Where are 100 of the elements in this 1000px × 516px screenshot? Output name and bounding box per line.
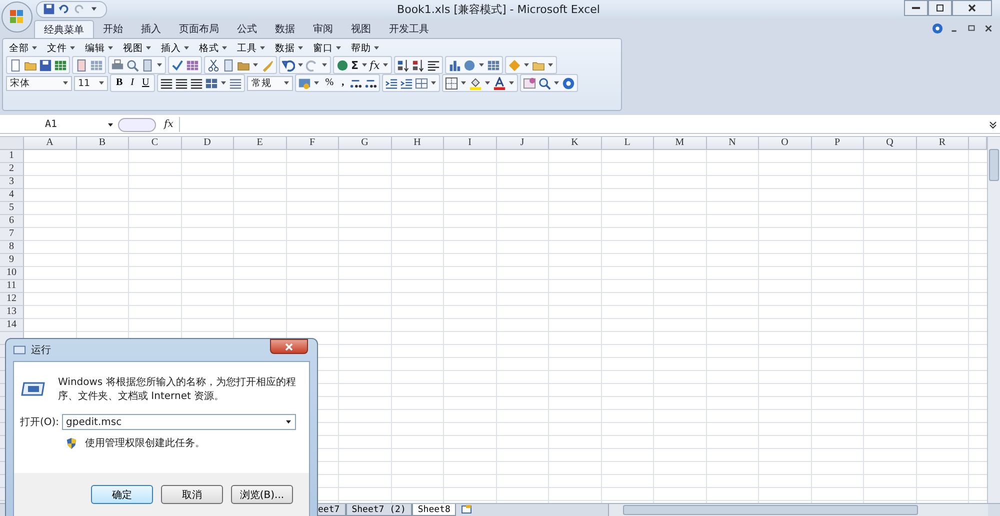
font-style-button[interactable]: B — [113, 76, 126, 90]
column-header[interactable]: H — [392, 137, 444, 150]
menu-item[interactable]: 工具 — [234, 42, 272, 54]
column-header[interactable]: A — [24, 137, 76, 150]
insert-function-button[interactable]: fx — [370, 58, 380, 72]
align-right-icon[interactable] — [190, 76, 204, 90]
new-document-icon[interactable] — [9, 58, 22, 72]
font-size-dropdown[interactable]: 11 — [74, 76, 108, 90]
row-header[interactable]: 11 — [0, 280, 24, 293]
ribbon-tab[interactable]: 数据 — [266, 20, 304, 38]
column-header[interactable]: J — [496, 137, 549, 150]
row-header[interactable]: 13 — [0, 306, 24, 319]
bar-chart-icon[interactable] — [448, 58, 461, 72]
align-left-icon[interactable] — [160, 76, 174, 90]
insert-function-button[interactable]: fx — [164, 119, 174, 130]
close-button[interactable] — [952, 0, 992, 16]
row-header[interactable]: 9 — [0, 254, 24, 267]
styles-icon[interactable] — [523, 76, 536, 90]
dropdown-caret-icon[interactable] — [431, 81, 436, 85]
column-header[interactable]: Q — [864, 137, 916, 150]
attachment-icon[interactable] — [90, 58, 103, 72]
dropdown-caret-icon[interactable] — [478, 63, 484, 67]
number-format-dropdown[interactable]: 常规 — [247, 76, 294, 90]
ribbon-tab[interactable]: 开发工具 — [380, 20, 438, 38]
dropdown-caret-icon[interactable] — [461, 81, 466, 85]
ribbon-tab[interactable]: 审阅 — [304, 20, 342, 38]
column-header[interactable]: P — [812, 137, 864, 150]
column-header[interactable]: F — [286, 137, 339, 150]
sort-descending-icon[interactable] — [412, 58, 425, 72]
menu-item[interactable]: 格式 — [196, 42, 234, 54]
dropdown-caret-icon[interactable] — [554, 81, 560, 85]
copy-icon[interactable] — [222, 58, 235, 72]
scissors-icon[interactable] — [207, 58, 220, 72]
ribbon-tab[interactable]: 经典菜单 — [34, 20, 94, 38]
ribbon-tab[interactable]: 插入 — [132, 20, 170, 38]
dropdown-caret-icon[interactable] — [485, 81, 490, 85]
undo-icon[interactable] — [282, 58, 295, 72]
formula-bar-handle[interactable] — [118, 118, 156, 132]
ribbon-tab[interactable]: 视图 — [342, 20, 380, 38]
zoom-icon[interactable] — [538, 76, 552, 90]
column-header[interactable]: C — [129, 137, 182, 150]
row-header[interactable]: 8 — [0, 241, 24, 254]
row-header[interactable]: 1 — [0, 150, 24, 163]
dropdown-caret-icon[interactable] — [253, 63, 258, 67]
cell-layout-icon[interactable] — [415, 76, 428, 90]
spelling-icon[interactable] — [171, 58, 184, 72]
close-icon[interactable] — [983, 22, 994, 34]
book-icon[interactable] — [186, 58, 199, 72]
column-header[interactable]: E — [234, 137, 286, 150]
dropdown-caret-icon[interactable] — [382, 63, 388, 67]
dialog-button[interactable]: 确定 — [91, 485, 153, 504]
save-icon[interactable] — [43, 3, 55, 15]
restore-button[interactable] — [928, 0, 952, 16]
font-style-button[interactable]: U — [139, 76, 152, 90]
print-preview-icon[interactable] — [126, 58, 139, 72]
save-icon[interactable] — [39, 58, 52, 72]
row-header[interactable]: 10 — [0, 267, 24, 280]
dialog-button[interactable]: 取消 — [161, 485, 223, 504]
font-style-button[interactable]: I — [128, 76, 138, 90]
vertical-scrollbar[interactable] — [987, 137, 1000, 503]
minimize-button[interactable] — [904, 0, 928, 16]
row-header[interactable]: 4 — [0, 189, 24, 202]
fill-color-icon[interactable] — [469, 76, 482, 90]
dropdown-caret-icon[interactable] — [509, 81, 514, 85]
column-header[interactable]: G — [339, 137, 392, 150]
printer-icon[interactable] — [111, 58, 124, 72]
menu-item[interactable]: 文件 — [44, 42, 82, 54]
dialog-button[interactable]: 浏览(B)... — [231, 485, 293, 504]
dropdown-caret-icon[interactable] — [298, 63, 303, 67]
table-icon[interactable] — [486, 58, 500, 72]
percent-button[interactable]: % — [322, 76, 337, 90]
ribbon-tab[interactable]: 开始 — [94, 20, 132, 38]
column-header[interactable]: K — [549, 137, 602, 150]
dropdown-caret-icon[interactable] — [157, 63, 162, 67]
dropdown-caret-icon[interactable] — [322, 63, 327, 67]
chart-icon[interactable] — [462, 58, 476, 72]
column-header[interactable]: L — [602, 137, 654, 150]
help-icon[interactable] — [562, 76, 576, 90]
undo-icon[interactable] — [58, 3, 70, 15]
merge-center-icon[interactable] — [205, 76, 218, 90]
comma-style-button[interactable]: , — [338, 76, 348, 90]
menu-item[interactable]: 编辑 — [82, 42, 120, 54]
column-header[interactable]: O — [759, 137, 812, 150]
menu-item[interactable]: 插入 — [158, 42, 196, 54]
insert-sheet-icon[interactable] — [460, 504, 474, 514]
row-header[interactable]: 14 — [0, 319, 24, 332]
dropdown-caret-icon[interactable] — [524, 63, 529, 67]
increase-indent-icon[interactable] — [400, 76, 414, 90]
help-icon[interactable] — [932, 22, 943, 34]
borders-icon[interactable] — [445, 76, 458, 90]
research-icon[interactable] — [141, 58, 154, 72]
name-box[interactable]: A1 — [0, 117, 115, 132]
menu-item[interactable]: 数据 — [272, 42, 310, 54]
dropdown-caret-icon[interactable] — [221, 81, 226, 85]
menu-item[interactable]: 窗口 — [310, 42, 348, 54]
restore-icon[interactable] — [966, 22, 977, 34]
font-dropdown[interactable]: 宋体 — [6, 76, 72, 90]
dropdown-caret-icon[interactable] — [548, 63, 553, 67]
decrease-indent-icon[interactable] — [385, 76, 398, 90]
column-header[interactable]: I — [444, 137, 496, 150]
